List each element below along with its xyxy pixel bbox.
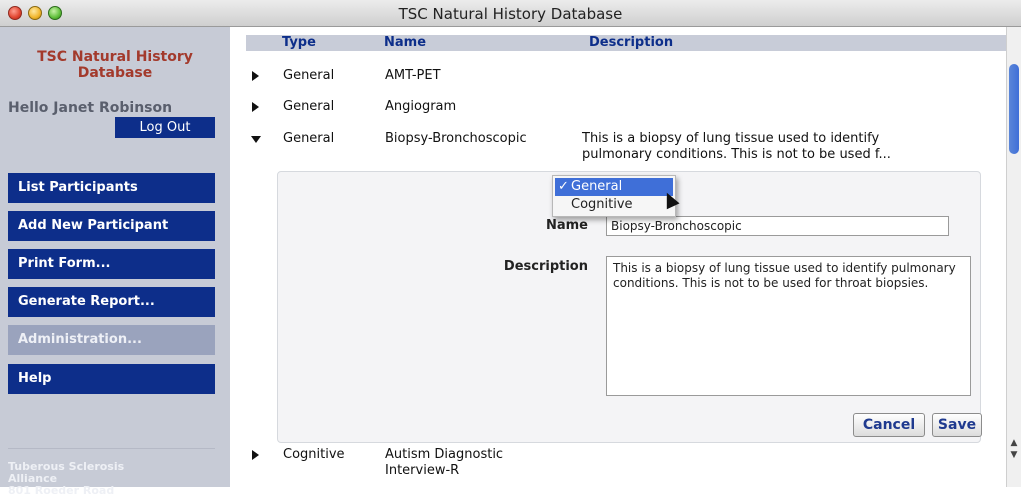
save-button[interactable]: Save <box>932 413 982 437</box>
name-label: Name <box>545 218 588 233</box>
sidebar-divider <box>8 448 215 449</box>
row-description-line1: This is a biopsy of lung tissue used to … <box>582 131 880 146</box>
nav-add-new-participant[interactable]: Add New Participant <box>8 211 215 241</box>
column-header-description[interactable]: Description <box>589 35 673 51</box>
row-name-line2: Interview-R <box>385 463 460 478</box>
scroll-down-arrow-icon[interactable]: ▼ <box>1009 450 1019 460</box>
logout-button[interactable]: Log Out <box>115 117 215 138</box>
type-option-general[interactable]: ✓ General <box>555 178 673 196</box>
app-title: TSC Natural History Database <box>0 49 230 81</box>
name-input[interactable]: Biopsy-Bronchoscopic <box>606 216 949 236</box>
nav-administration[interactable]: Administration... <box>8 325 215 355</box>
main-content: Type Name Description General AMT-PET Ge… <box>236 27 1006 487</box>
type-dropdown-menu[interactable]: ✓ General Cognitive <box>552 175 676 217</box>
sidebar: TSC Natural History Database Hello Janet… <box>0 27 230 497</box>
checkmark-icon: ✓ <box>558 179 569 194</box>
scroll-up-arrow-icon[interactable]: ▲ <box>1009 438 1019 448</box>
column-header-name[interactable]: Name <box>384 35 426 51</box>
scrollbar-thumb[interactable] <box>1009 64 1019 154</box>
row-name: Angiogram <box>385 99 457 114</box>
row-name: AMT-PET <box>385 68 441 83</box>
nav-help[interactable]: Help <box>8 364 215 394</box>
expand-triangle-icon[interactable] <box>252 102 259 112</box>
nav-print-form[interactable]: Print Form... <box>8 249 215 279</box>
row-type: General <box>283 99 335 114</box>
window-titlebar: TSC Natural History Database <box>0 0 1021 27</box>
row-type: General <box>283 131 335 146</box>
user-greeting: Hello Janet Robinson <box>8 100 173 116</box>
window-title: TSC Natural History Database <box>398 5 623 23</box>
expand-triangle-icon[interactable] <box>252 71 259 81</box>
app-title-line2: Database <box>77 65 153 81</box>
expand-triangle-icon[interactable] <box>252 450 259 460</box>
description-label: Description <box>503 259 588 274</box>
app-title-line1: TSC Natural History <box>37 49 193 65</box>
nav-list-participants[interactable]: List Participants <box>8 173 215 203</box>
collapse-triangle-icon[interactable] <box>251 136 261 143</box>
sidebar-footer: Tuberous Sclerosis Alliance 801 Roeder R… <box>8 461 124 497</box>
row-name-line1: Autism Diagnostic <box>385 447 504 462</box>
row-name: Biopsy-Bronchoscopic <box>385 131 527 146</box>
row-type: Cognitive <box>283 447 345 462</box>
nav-generate-report[interactable]: Generate Report... <box>8 287 215 317</box>
description-textarea[interactable]: This is a biopsy of lung tissue used to … <box>606 256 971 396</box>
row-type: General <box>283 68 335 83</box>
column-header-type[interactable]: Type <box>282 35 316 51</box>
type-option-cognitive[interactable]: Cognitive <box>555 196 673 214</box>
row-description-line2: pulmonary conditions. This is not to be … <box>582 147 891 162</box>
table-header: Type Name Description <box>246 35 1006 51</box>
cancel-button[interactable]: Cancel <box>853 413 925 437</box>
